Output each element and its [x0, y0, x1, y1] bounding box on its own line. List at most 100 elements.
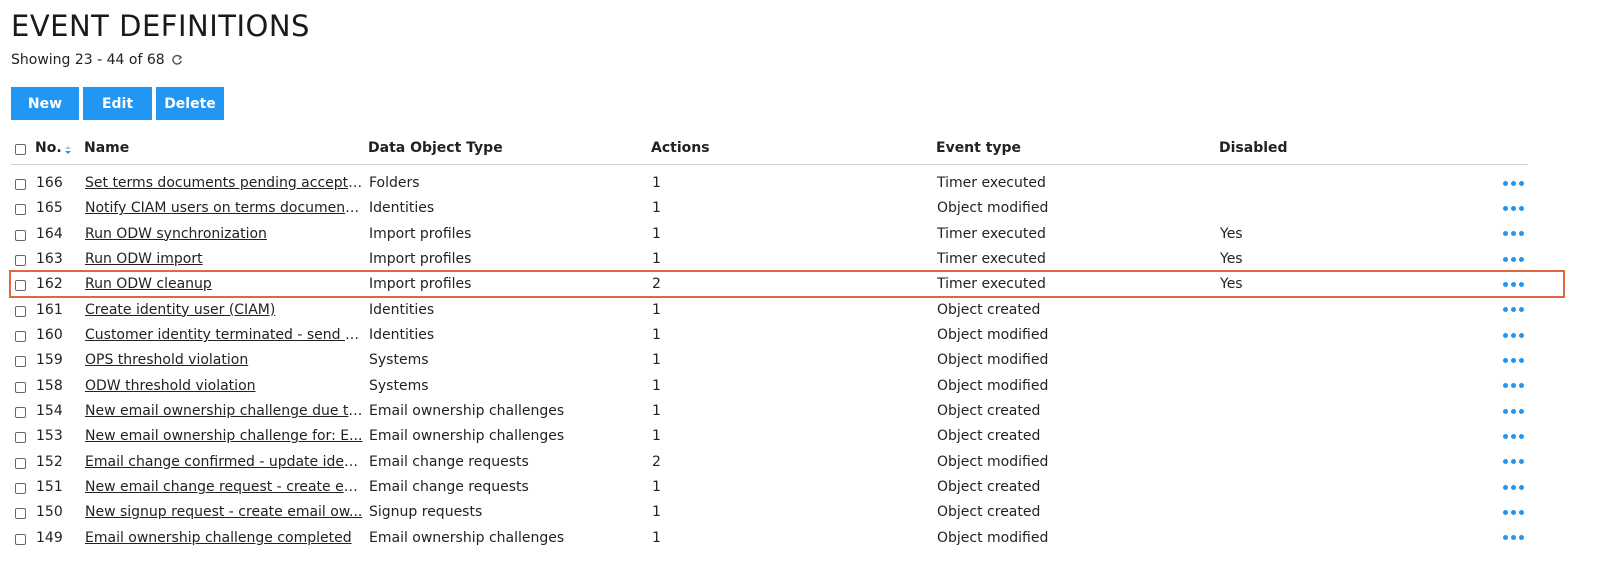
row-name-link[interactable]: Run ODW synchronization: [85, 226, 267, 242]
row-more-menu[interactable]: [1503, 377, 1524, 395]
row-name-link[interactable]: New email change request - create em...: [85, 479, 363, 495]
more-icon[interactable]: [1503, 453, 1524, 471]
table-row[interactable]: 165 Notify CIAM users on terms document..…: [11, 196, 1568, 221]
table-row[interactable]: 158 ODW threshold violation Systems 1 Object…: [11, 374, 1568, 399]
table-header: No. Name Data Object Type Actions Event …: [11, 133, 1528, 165]
row-actions-count: 2: [652, 453, 661, 470]
row-checkbox[interactable]: [15, 203, 26, 219]
table-row[interactable]: 160 Customer identity terminated - send e…: [11, 323, 1568, 348]
more-icon[interactable]: [1503, 478, 1524, 496]
select-all-checkbox[interactable]: [15, 143, 26, 159]
more-icon[interactable]: [1503, 529, 1524, 547]
row-name-link[interactable]: New email ownership challenge due to...: [85, 403, 363, 419]
row-name-link-cell: New email ownership challenge due to...: [85, 403, 363, 419]
row-checkbox[interactable]: [15, 178, 26, 194]
row-number: 161: [36, 301, 63, 318]
row-more-menu[interactable]: [1503, 275, 1524, 293]
column-header-actions[interactable]: Actions: [651, 140, 710, 156]
table-row[interactable]: 151 New email change request - create em.…: [11, 475, 1568, 500]
table-row[interactable]: 150 New signup request - create email ow.…: [11, 500, 1568, 525]
row-more-menu[interactable]: [1503, 453, 1524, 471]
table-row[interactable]: 162 Run ODW cleanup Import profiles 2 Timer …: [9, 270, 1568, 299]
table-row[interactable]: 152 Email change confirmed - update ident…: [11, 450, 1568, 475]
row-checkbox[interactable]: [15, 457, 26, 473]
row-name-link[interactable]: OPS threshold violation: [85, 352, 248, 368]
more-icon[interactable]: [1503, 275, 1524, 293]
row-name-link[interactable]: Email ownership challenge completed: [85, 530, 352, 546]
column-header-disabled[interactable]: Disabled: [1219, 140, 1288, 156]
more-icon[interactable]: [1503, 427, 1524, 445]
row-more-menu[interactable]: [1503, 225, 1524, 243]
row-name-link[interactable]: Set terms documents pending accepta...: [85, 175, 363, 191]
more-icon[interactable]: [1503, 301, 1524, 319]
row-name-link[interactable]: Email change confirmed - update ident...: [85, 454, 363, 470]
table-row[interactable]: 159 OPS threshold violation Systems 1 Object…: [11, 348, 1568, 373]
row-checkbox[interactable]: [15, 507, 26, 523]
table-row[interactable]: 163 Run ODW import Import profiles 1 Timer e…: [11, 247, 1568, 272]
row-checkbox[interactable]: [15, 533, 26, 549]
row-name-link[interactable]: Run ODW import: [85, 251, 203, 267]
row-checkbox[interactable]: [15, 229, 26, 245]
row-checkbox[interactable]: [15, 431, 26, 447]
row-data-object-type: Import profiles: [369, 251, 472, 268]
edit-button[interactable]: Edit: [83, 87, 152, 120]
more-icon[interactable]: [1503, 402, 1524, 420]
table-row[interactable]: 166 Set terms documents pending accepta..…: [11, 171, 1568, 196]
row-more-menu[interactable]: [1503, 478, 1524, 496]
refresh-icon[interactable]: [170, 53, 184, 67]
more-icon[interactable]: [1503, 377, 1524, 395]
more-icon[interactable]: [1503, 199, 1524, 217]
row-more-menu[interactable]: [1503, 250, 1524, 268]
row-checkbox[interactable]: [15, 406, 26, 422]
more-icon[interactable]: [1503, 351, 1524, 369]
row-name-link[interactable]: Customer identity terminated - send e...: [85, 327, 363, 343]
row-more-menu[interactable]: [1503, 199, 1524, 217]
row-checkbox[interactable]: [15, 355, 26, 371]
table-row[interactable]: 164 Run ODW synchronization Import profile…: [11, 222, 1568, 247]
row-more-menu[interactable]: [1503, 326, 1524, 344]
table-row[interactable]: 149 Email ownership challenge completed Em…: [11, 526, 1568, 551]
table-row[interactable]: 161 Create identity user (CIAM) Identities…: [11, 298, 1568, 323]
row-name-link[interactable]: Run ODW cleanup: [85, 276, 212, 292]
row-checkbox[interactable]: [15, 254, 26, 270]
row-name-link-cell: Run ODW import: [85, 251, 363, 267]
table-row[interactable]: 154 New email ownership challenge due to.…: [11, 399, 1568, 424]
column-header-no[interactable]: No.: [35, 140, 72, 156]
row-more-menu[interactable]: [1503, 174, 1524, 192]
row-checkbox[interactable]: [15, 381, 26, 397]
row-actions-count: 1: [652, 327, 661, 344]
row-actions-count: 1: [652, 529, 661, 546]
column-header-event-type[interactable]: Event type: [936, 140, 1021, 156]
row-more-menu[interactable]: [1503, 301, 1524, 319]
column-header-data-object-type[interactable]: Data Object Type: [368, 140, 503, 156]
row-data-object-type: Identities: [369, 301, 435, 318]
row-event-type: Timer executed: [937, 276, 1046, 293]
new-button[interactable]: New: [11, 87, 79, 120]
table-row[interactable]: 153 New email ownership challenge for: E.…: [11, 424, 1568, 449]
more-icon[interactable]: [1503, 250, 1524, 268]
more-icon[interactable]: [1503, 225, 1524, 243]
column-header-name[interactable]: Name: [84, 140, 129, 156]
row-more-menu[interactable]: [1503, 351, 1524, 369]
more-icon[interactable]: [1503, 174, 1524, 192]
row-more-menu[interactable]: [1503, 402, 1524, 420]
more-icon[interactable]: [1503, 503, 1524, 521]
row-checkbox[interactable]: [15, 482, 26, 498]
row-more-menu[interactable]: [1503, 503, 1524, 521]
row-checkbox[interactable]: [15, 305, 26, 321]
showing-text: Showing 23 - 44 of 68: [11, 52, 165, 68]
row-name-link[interactable]: New email ownership challenge for: E...: [85, 428, 362, 444]
row-checkbox[interactable]: [15, 279, 26, 295]
row-name-link[interactable]: ODW threshold violation: [85, 378, 256, 394]
row-name-link-cell: New signup request - create email ow...: [85, 504, 363, 520]
row-number: 152: [36, 453, 63, 470]
row-name-link[interactable]: Notify CIAM users on terms document...: [85, 200, 363, 216]
row-more-menu[interactable]: [1503, 529, 1524, 547]
toolbar: New Edit Delete: [11, 87, 224, 120]
delete-button[interactable]: Delete: [156, 87, 224, 120]
row-more-menu[interactable]: [1503, 427, 1524, 445]
row-checkbox[interactable]: [15, 330, 26, 346]
row-name-link[interactable]: New signup request - create email ow...: [85, 504, 362, 520]
more-icon[interactable]: [1503, 326, 1524, 344]
row-name-link[interactable]: Create identity user (CIAM): [85, 302, 275, 318]
